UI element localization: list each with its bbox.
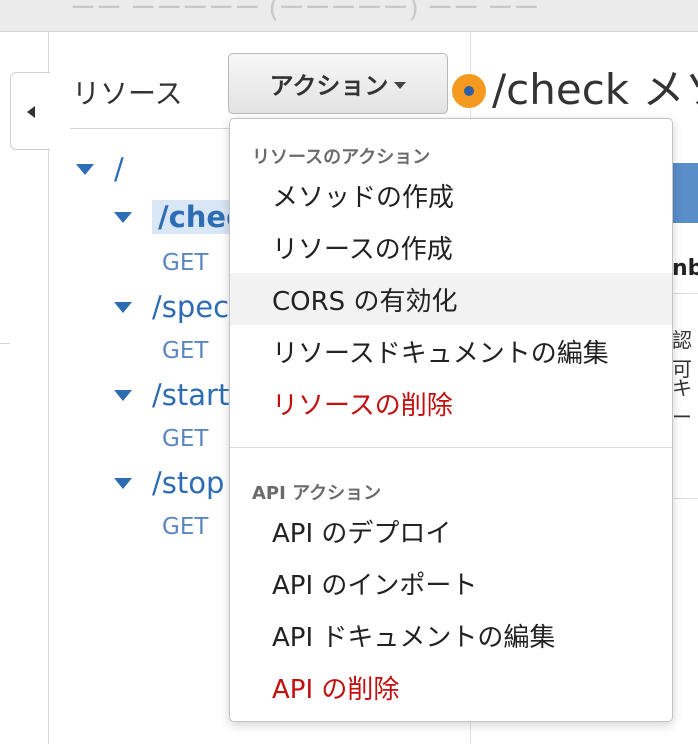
tree-method-get[interactable]: GET: [162, 338, 208, 364]
tree-node-root[interactable]: /: [76, 152, 124, 186]
dot-badge-icon: [452, 74, 486, 108]
primary-button[interactable]: [672, 163, 698, 223]
collapse-panel-button[interactable]: [10, 72, 50, 150]
menu-item-create-method[interactable]: メソッドの作成: [230, 169, 672, 221]
menu-item-deploy-api[interactable]: API のデプロイ: [230, 505, 672, 557]
method-title: /check メソ: [492, 65, 698, 114]
tree-node-start[interactable]: /start: [114, 378, 229, 412]
menu-item-enable-cors[interactable]: CORS の有効化: [230, 273, 672, 325]
menu-divider: [230, 447, 672, 448]
actions-button-label: アクション: [269, 72, 389, 100]
tree-node-label[interactable]: /stop: [152, 466, 224, 500]
tree-node-label[interactable]: /start: [152, 378, 229, 412]
menu-item-create-resource[interactable]: リソースの作成: [230, 221, 672, 273]
caret-down-icon: [394, 82, 407, 89]
triangle-down-icon[interactable]: [114, 389, 132, 401]
menu-section-title: API アクション: [252, 483, 382, 504]
divider: [0, 343, 10, 344]
right-panel-text: nbe: [672, 256, 698, 281]
app-header: ーー ーーーーー (ーーーーー) ーー ーー: [0, 0, 698, 32]
triangle-down-icon[interactable]: [114, 477, 132, 489]
tree-method-get[interactable]: GET: [162, 426, 208, 452]
actions-dropdown-button[interactable]: アクション: [228, 53, 448, 114]
menu-item-edit-resource-docs[interactable]: リソースドキュメントの編集: [230, 325, 672, 377]
tree-method-get[interactable]: GET: [162, 250, 208, 276]
menu-item-import-api[interactable]: API のインポート: [230, 557, 672, 609]
tree-node-label[interactable]: /: [114, 152, 124, 186]
tree-node-speco[interactable]: /speco: [114, 290, 247, 324]
triangle-left-icon: [27, 106, 35, 118]
triangle-down-icon[interactable]: [114, 301, 132, 313]
triangle-down-icon[interactable]: [76, 163, 94, 175]
actions-dropdown-menu: リソースのアクション メソッドの作成 リソースの作成 CORS の有効化 リソー…: [229, 118, 673, 722]
menu-item-delete-api[interactable]: API の削除: [230, 661, 672, 713]
menu-item-edit-api-docs[interactable]: API ドキュメントの編集: [230, 609, 672, 661]
tree-node-stop[interactable]: /stop: [114, 466, 224, 500]
tree-method-get[interactable]: GET: [162, 514, 208, 540]
window-title: ーー ーーーーー (ーーーーー) ーー ーー: [70, 0, 540, 24]
resources-heading: リソース: [72, 77, 183, 110]
menu-item-delete-resource[interactable]: リソースの削除: [230, 377, 672, 429]
menu-section-title: リソースのアクション: [252, 147, 431, 168]
triangle-down-icon[interactable]: [114, 211, 132, 223]
right-panel-text: キー: [672, 376, 692, 429]
